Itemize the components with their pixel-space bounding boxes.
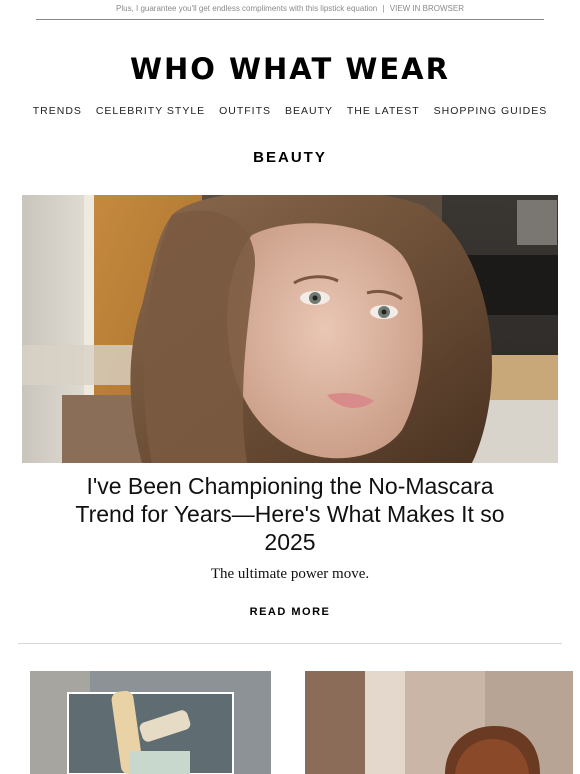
hero-image[interactable] [22,195,558,463]
main-nav: TRENDS CELEBRITY STYLE OUTFITS BEAUTY TH… [0,105,580,117]
article-thumbnail-skincare[interactable] [30,671,271,774]
skincare-products-photo [30,671,271,774]
read-more-button[interactable]: READ MORE [0,606,580,618]
hair-photo [305,671,573,774]
preheader-separator: | [382,4,385,13]
feature-headline[interactable]: I've Been Championing the No-Mascara Tre… [60,472,520,556]
preheader: Plus, I guarantee you'll get endless com… [0,4,580,13]
article-thumbnail-hair[interactable] [305,671,573,774]
nav-item-outfits[interactable]: OUTFITS [219,105,271,117]
nav-item-shopping-guides[interactable]: SHOPPING GUIDES [434,105,548,117]
section-divider [18,643,562,644]
top-divider [36,19,544,20]
view-in-browser-link[interactable]: VIEW IN BROWSER [390,4,464,13]
nav-item-the-latest[interactable]: THE LATEST [347,105,420,117]
section-title: BEAUTY [253,149,327,166]
nav-item-beauty[interactable]: BEAUTY [285,105,333,117]
hero-photo [22,195,558,463]
preheader-text: Plus, I guarantee you'll get endless com… [116,4,378,13]
feature-dek: The ultimate power move. [210,566,370,582]
nav-item-celebrity-style[interactable]: CELEBRITY STYLE [96,105,205,117]
nav-item-trends[interactable]: TRENDS [33,105,82,117]
brand-logo[interactable]: WHO WHAT WEAR [0,52,580,86]
